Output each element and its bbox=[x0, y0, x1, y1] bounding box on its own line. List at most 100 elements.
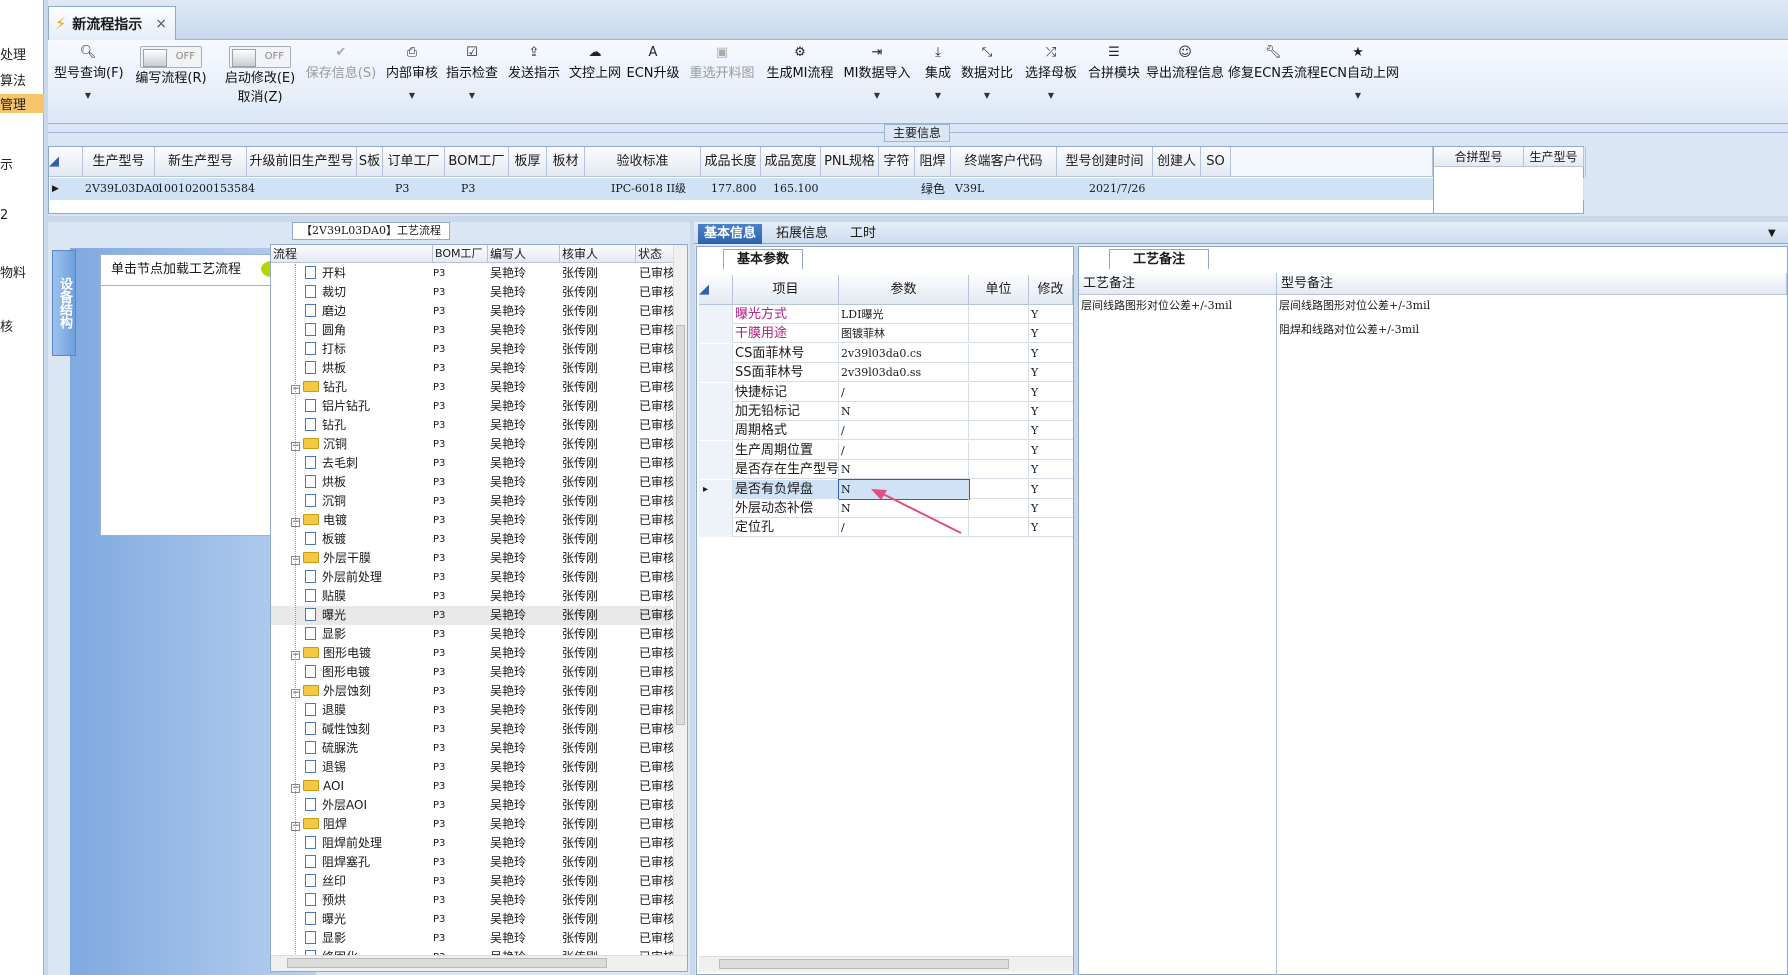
cell-unit[interactable] bbox=[969, 518, 1029, 538]
table-row[interactable]: 曝光方式 LDI曝光 Y bbox=[699, 305, 1073, 324]
query-button[interactable]: 🔍︎ 型号查询(F) ▼ bbox=[54, 42, 124, 100]
column-header[interactable]: 生产型号 bbox=[83, 147, 155, 177]
table-row[interactable]: − 钻孔 P3 吴艳玲 张传刚 已审核 bbox=[271, 378, 675, 397]
table-row[interactable]: 干膜用途 图镀菲林 Y bbox=[699, 324, 1073, 344]
toggle-switch[interactable]: OFF bbox=[229, 46, 291, 68]
column-header[interactable]: 新生产型号 bbox=[155, 147, 247, 177]
gen-mi-button[interactable]: ⚙ 生成MI流程 bbox=[762, 42, 838, 81]
flow-node-name[interactable]: − 外层干膜 bbox=[291, 549, 371, 568]
table-row[interactable]: 加无铅标记 N Y bbox=[699, 402, 1073, 421]
reselect-button[interactable]: ▣ 重选开料图 bbox=[684, 42, 760, 81]
table-row[interactable]: 周期格式 / Y bbox=[699, 421, 1073, 441]
load-flow-hint[interactable]: 单击节点加载工艺流程 bbox=[100, 254, 290, 286]
flow-node-name[interactable]: − 沉铜 bbox=[291, 435, 347, 454]
flow-node-name[interactable]: 板镀 bbox=[305, 530, 346, 549]
cell-modify[interactable]: Y bbox=[1031, 441, 1038, 460]
table-row[interactable]: − 阻焊 P3 吴艳玲 张传刚 已审核 bbox=[271, 815, 675, 834]
table-row[interactable]: − 图形电镀 P3 吴艳玲 张传刚 已审核 bbox=[271, 644, 675, 663]
cell-unit[interactable] bbox=[969, 460, 1029, 480]
table-row[interactable]: − 电镀 P3 吴艳玲 张传刚 已审核 bbox=[271, 511, 675, 530]
cell-param[interactable]: 图镀菲林 bbox=[839, 324, 969, 344]
cell-unit[interactable] bbox=[969, 402, 1029, 421]
cell-modify[interactable]: Y bbox=[1031, 480, 1038, 499]
table-row[interactable]: 沉铜 P3 吴艳玲 张传刚 已审核 bbox=[271, 492, 675, 511]
cell-unit[interactable] bbox=[969, 343, 1029, 363]
cell-param[interactable]: 2v39l03da0.cs bbox=[839, 343, 969, 363]
cell-unit[interactable] bbox=[969, 324, 1029, 344]
left-nav-item[interactable]: 2 bbox=[0, 208, 8, 223]
side-tab-device-structure[interactable]: 设备结构 bbox=[52, 250, 76, 356]
column-header[interactable]: BOM工厂 bbox=[433, 245, 488, 263]
table-row[interactable]: 预烘 P3 吴艳玲 张传刚 已审核 bbox=[271, 891, 675, 910]
table-row[interactable]: 曝光 P3 吴艳玲 张传刚 已审核 bbox=[271, 606, 675, 625]
table-row[interactable]: 烘板 P3 吴艳玲 张传刚 已审核 bbox=[271, 473, 675, 492]
left-nav-item[interactable]: 算法 bbox=[0, 70, 26, 89]
table-row[interactable]: 退膜 P3 吴艳玲 张传刚 已审核 bbox=[271, 701, 675, 720]
send-button[interactable]: ⇪ 发送指示 bbox=[504, 42, 564, 81]
column-header[interactable]: 参数 bbox=[839, 275, 969, 305]
vertical-splitter[interactable] bbox=[690, 222, 695, 975]
column-header[interactable]: 合拼型号 bbox=[1434, 147, 1524, 167]
cell-modify[interactable]: Y bbox=[1031, 499, 1038, 518]
table-row[interactable]: 钻孔 P3 吴艳玲 张传刚 已审核 bbox=[271, 416, 675, 435]
cell-unit[interactable] bbox=[969, 421, 1029, 441]
table-row[interactable]: 阻焊前处理 P3 吴艳玲 张传刚 已审核 bbox=[271, 834, 675, 853]
cell-param[interactable]: / bbox=[839, 440, 969, 460]
column-header[interactable]: 创建人 bbox=[1153, 147, 1201, 177]
table-row[interactable]: CS面菲林号 2v39l03da0.cs Y bbox=[699, 343, 1073, 363]
column-header[interactable]: 型号备注 bbox=[1277, 273, 1787, 295]
table-row[interactable]: 是否存在生产型号 N Y bbox=[699, 460, 1073, 480]
column-header[interactable]: 核审人 bbox=[560, 245, 636, 263]
column-header[interactable]: 成品长度 bbox=[701, 147, 761, 177]
flow-node-name[interactable]: 打标 bbox=[305, 340, 346, 359]
flow-node-name[interactable]: 烘板 bbox=[305, 473, 346, 492]
table-row[interactable]: 曝光 P3 吴艳玲 张传刚 已审核 bbox=[271, 910, 675, 929]
table-row[interactable]: 去毛刺 P3 吴艳玲 张传刚 已审核 bbox=[271, 454, 675, 473]
cell-bom-factory[interactable]: P3 bbox=[461, 178, 475, 200]
table-row[interactable]: 碱性蚀刻 P3 吴艳玲 张传刚 已审核 bbox=[271, 720, 675, 739]
flow-node-name[interactable]: 贴膜 bbox=[305, 587, 346, 606]
flow-node-name[interactable]: 碱性蚀刻 bbox=[305, 720, 370, 739]
column-header[interactable]: 字符 bbox=[879, 147, 915, 177]
table-row[interactable]: 圆角 P3 吴艳玲 张传刚 已审核 bbox=[271, 321, 675, 340]
cell-param[interactable]: / bbox=[839, 421, 969, 441]
column-header[interactable]: 单位 bbox=[969, 275, 1029, 305]
table-row[interactable]: 铝片钻孔 P3 吴艳玲 张传刚 已审核 bbox=[271, 397, 675, 416]
column-header[interactable]: PNL规格 bbox=[821, 147, 879, 177]
flow-node-name[interactable]: 去毛刺 bbox=[305, 454, 358, 473]
cell-param[interactable]: N bbox=[839, 402, 969, 421]
cell-modify[interactable]: Y bbox=[1031, 344, 1038, 363]
flow-node-name[interactable]: 烘板 bbox=[305, 359, 346, 378]
flow-node-name[interactable]: 曝光 bbox=[305, 910, 346, 929]
left-nav-item-active[interactable]: 管理 bbox=[0, 94, 44, 113]
table-row[interactable]: 贴膜 P3 吴艳玲 张传刚 已审核 bbox=[271, 587, 675, 606]
table-row[interactable]: − 外层干膜 P3 吴艳玲 张传刚 已审核 bbox=[271, 549, 675, 568]
table-row[interactable]: 板镀 P3 吴艳玲 张传刚 已审核 bbox=[271, 530, 675, 549]
upload-doc-button[interactable]: ☁ 文控上网 bbox=[566, 42, 624, 81]
table-row[interactable]: 生产周期位置 / Y bbox=[699, 440, 1073, 460]
column-header[interactable]: 项目 bbox=[733, 275, 839, 305]
flow-node-name[interactable]: 钻孔 bbox=[305, 416, 346, 435]
table-row[interactable]: − 外层蚀刻 P3 吴艳玲 张传刚 已审核 bbox=[271, 682, 675, 701]
left-nav-item[interactable]: 示 bbox=[0, 154, 13, 173]
cell-param[interactable]: 2v39l03da0.ss bbox=[839, 363, 969, 383]
chevron-down-icon[interactable]: ▼ bbox=[1762, 224, 1782, 244]
row-indicator[interactable] bbox=[699, 460, 733, 480]
column-header[interactable]: 状态 bbox=[636, 245, 676, 263]
column-header[interactable]: 订单工厂 bbox=[383, 147, 445, 177]
cell-unit[interactable] bbox=[969, 440, 1029, 460]
cancel-label[interactable]: 取消(Z) bbox=[237, 90, 282, 105]
cell-modify[interactable]: Y bbox=[1031, 421, 1038, 440]
flow-node-name[interactable]: 外层AOI bbox=[305, 796, 367, 815]
flow-node-name[interactable]: 开料 bbox=[305, 264, 346, 283]
flow-node-name[interactable]: 裁切 bbox=[305, 283, 346, 302]
table-row[interactable]: 图形电镀 P3 吴艳玲 张传刚 已审核 bbox=[271, 663, 675, 682]
cell-modify[interactable]: Y bbox=[1031, 305, 1038, 324]
table-row[interactable]: − AOI P3 吴艳玲 张传刚 已审核 bbox=[271, 777, 675, 796]
cell-new-model[interactable]: 10010200153584 bbox=[157, 178, 255, 200]
column-header[interactable]: 终端客户代码 bbox=[951, 147, 1057, 177]
select-mother-button[interactable]: ⤮ 选择母板 ▼ bbox=[1020, 42, 1082, 100]
cell-created[interactable]: 2021/7/26 bbox=[1089, 178, 1145, 200]
flow-node-name[interactable]: 退膜 bbox=[305, 701, 346, 720]
table-row[interactable]: 阻焊塞孔 P3 吴艳玲 张传刚 已审核 bbox=[271, 853, 675, 872]
